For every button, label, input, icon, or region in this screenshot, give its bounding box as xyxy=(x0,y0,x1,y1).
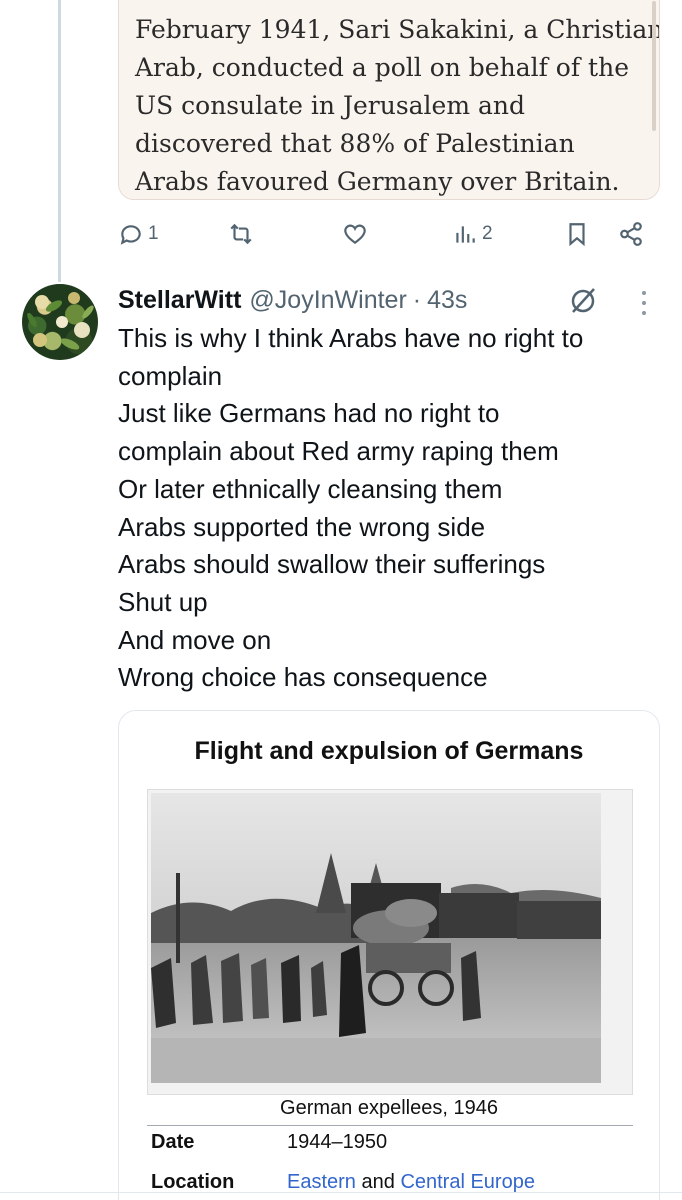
action-bar: 1 2 xyxy=(118,214,648,254)
views-count: 2 xyxy=(482,223,493,244)
quoted-text-card[interactable]: February 1941, Sari Sakakini, a Christia… xyxy=(118,0,660,200)
share-icon xyxy=(620,222,642,246)
thread-line xyxy=(58,0,61,282)
post-line: complain about Red army raping them xyxy=(118,436,559,467)
date-value: 1944–1950 xyxy=(287,1131,388,1153)
bookmark-icon xyxy=(569,223,585,247)
quoted-line: February 1941, Sari Sakakini, a Christia… xyxy=(135,15,660,44)
post-line: Or later ethnically cleansing them xyxy=(118,473,503,504)
bottom-divider xyxy=(0,1192,682,1193)
post-header: StellarWitt @JoyInWinter · 43s xyxy=(118,282,467,318)
expellees-photo xyxy=(151,793,601,1083)
location-and: and xyxy=(361,1171,395,1193)
share-button[interactable] xyxy=(618,214,644,254)
post-line: Shut up xyxy=(118,586,208,617)
post-timestamp[interactable]: 43s xyxy=(427,286,467,315)
reply-count: 1 xyxy=(148,223,159,244)
post-media-image[interactable]: Flight and expulsion of Germans German e… xyxy=(118,710,660,1200)
quoted-text: February 1941, Sari Sakakini, a Christia… xyxy=(135,11,660,199)
infobox-divider xyxy=(147,1125,633,1126)
quoted-line: Arab, conducted a poll on behalf of the xyxy=(135,53,629,82)
repost-button[interactable] xyxy=(228,214,254,254)
views-icon xyxy=(456,226,475,243)
quote-scrollbar[interactable] xyxy=(652,1,656,131)
reply-icon xyxy=(120,225,141,245)
post-line: Just like Germans had no right to xyxy=(118,398,500,429)
central-europe-link[interactable]: Central Europe xyxy=(400,1171,535,1193)
quoted-line: US consulate in Jerusalem and xyxy=(135,91,526,120)
location-label: Location xyxy=(151,1171,235,1193)
photo-caption: German expellees, 1946 xyxy=(280,1097,498,1119)
quoted-line: Arabs favoured Germany over Britain. xyxy=(135,167,620,196)
grok-icon[interactable] xyxy=(566,284,600,318)
post-line: complain xyxy=(118,360,223,391)
post-line: Arabs supported the wrong side xyxy=(118,511,486,542)
like-icon xyxy=(344,224,366,244)
separator-dot: · xyxy=(412,285,422,314)
more-options-icon[interactable] xyxy=(634,288,654,318)
post-line: And move on xyxy=(118,624,272,655)
avatar-floral-image xyxy=(27,292,94,350)
views-button[interactable]: 2 xyxy=(452,214,493,254)
repost-icon xyxy=(230,223,252,245)
bookmark-button[interactable] xyxy=(564,214,590,254)
date-label: Date xyxy=(151,1131,195,1153)
reply-button[interactable]: 1 xyxy=(118,214,159,254)
like-button[interactable] xyxy=(342,214,368,254)
location-value: Eastern and Central Europe xyxy=(287,1171,535,1194)
user-handle[interactable]: @JoyInWinter xyxy=(249,286,406,315)
post-line: This is why I think Arabs have no right … xyxy=(118,323,584,353)
eastern-europe-link[interactable]: Eastern xyxy=(287,1171,356,1193)
quoted-line: discovered that 88% of Palestinian xyxy=(135,129,575,158)
post-line: Arabs should swallow their sufferings xyxy=(118,549,546,580)
display-name[interactable]: StellarWitt xyxy=(118,286,241,315)
post-text: This is why I think Arabs have no right … xyxy=(118,320,668,697)
post-line: Wrong choice has consequence xyxy=(118,662,488,693)
avatar[interactable] xyxy=(22,284,98,360)
infobox-title: Flight and expulsion of Germans xyxy=(194,737,584,765)
